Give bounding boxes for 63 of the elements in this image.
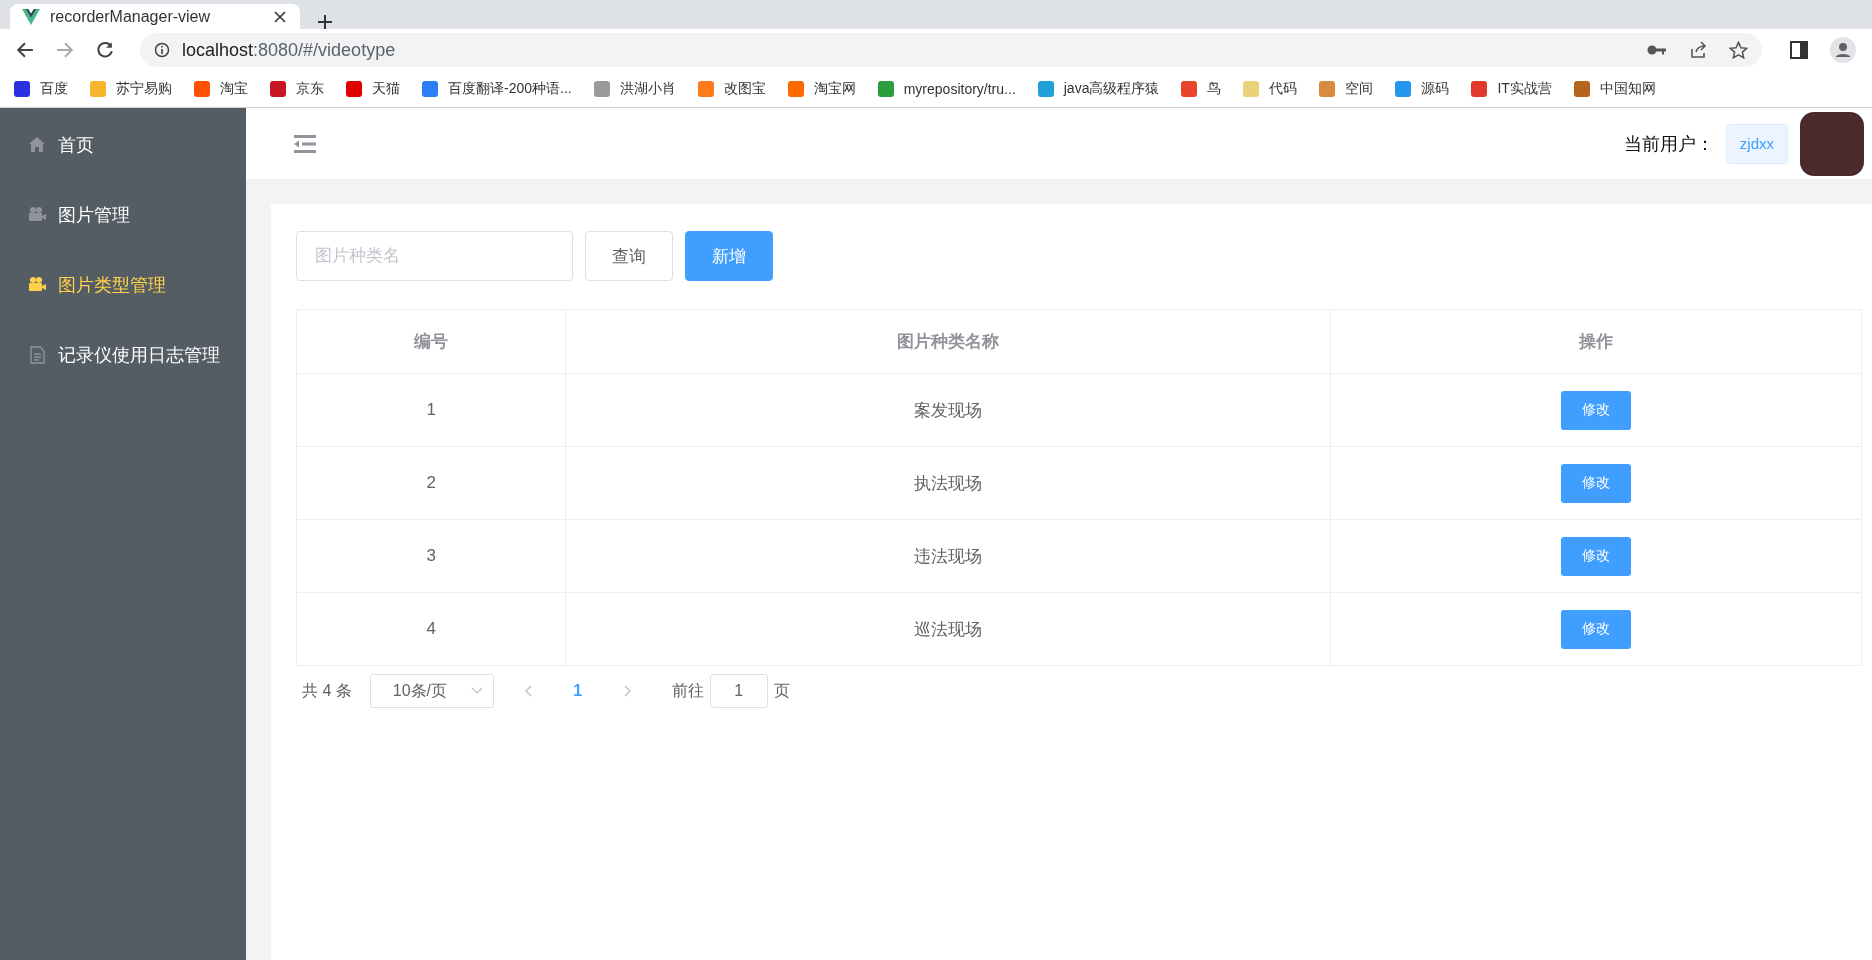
sidebar-item[interactable]: 图片类型管理	[0, 250, 246, 320]
document-icon	[28, 346, 46, 364]
bookmark-item[interactable]: 洪湖小肖	[593, 80, 676, 98]
tab-title: recorderManager-view	[50, 7, 212, 26]
url-text: localhost:8080/#/videotype	[182, 39, 397, 61]
share-icon[interactable]	[1689, 41, 1707, 59]
total-count: 共 4 条	[302, 680, 352, 701]
table-cell: 违法现场	[565, 519, 1331, 593]
close-icon[interactable]	[274, 10, 286, 23]
bookmark-item[interactable]: IT实战营	[1471, 80, 1552, 98]
bookmark-item[interactable]: 百度翻译-200种语...	[422, 80, 572, 98]
user-label: 当前用户：	[1623, 132, 1714, 156]
search-field[interactable]: 图片种类名	[296, 231, 573, 281]
goto-suffix: 页	[773, 680, 790, 701]
profile-icon[interactable]	[1830, 37, 1856, 63]
table-cell: 案发现场	[565, 373, 1331, 447]
table-cell: 执法现场	[565, 446, 1331, 520]
bookmark-item[interactable]: 源码	[1395, 80, 1450, 98]
browser-tab[interactable]: recorderManager-view	[10, 4, 300, 29]
menu-fold-icon[interactable]	[294, 134, 316, 153]
bookmark-item[interactable]: 代码	[1243, 80, 1298, 98]
vue-logo-icon	[22, 8, 40, 25]
username-tag: zjdxx	[1725, 123, 1788, 164]
column-header: 操作	[1330, 309, 1862, 374]
bookmark-item[interactable]: 京东	[270, 80, 324, 98]
bookmark-item[interactable]: 淘宝网	[787, 80, 856, 98]
home-icon	[28, 136, 46, 154]
page-jump-field[interactable]: 1	[709, 674, 768, 708]
sidebar-item[interactable]: 记录仪使用日志管理	[0, 320, 246, 390]
bookmark-item[interactable]: 百度	[14, 80, 68, 98]
sidebar-item[interactable]: 首页	[0, 110, 246, 180]
bookmark-item[interactable]: 苏宁易购	[90, 80, 172, 98]
table-cell: 3	[296, 519, 566, 593]
bookmark-item[interactable]: 鸟	[1181, 80, 1222, 98]
key-icon[interactable]	[1647, 44, 1667, 56]
goto-label: 前往	[671, 680, 704, 701]
bookmark-item[interactable]: 空间	[1319, 80, 1374, 98]
bookmark-item[interactable]: java高级程序猿	[1037, 80, 1160, 98]
table-cell: 巡法现场	[565, 592, 1331, 666]
table-cell: 1	[296, 373, 566, 447]
sidebar-item[interactable]: 图片管理	[0, 180, 246, 250]
address-bar[interactable]: localhost:8080/#/videotype	[140, 33, 1762, 67]
video-camera-icon	[28, 276, 46, 294]
bookmark-item[interactable]: myrepository/tru...	[877, 81, 1016, 97]
table-cell: 4	[296, 592, 566, 666]
info-icon	[154, 42, 170, 58]
query-button[interactable]: 查询	[585, 231, 673, 281]
bookmark-item[interactable]: 改图宝	[697, 80, 766, 98]
avatar-image[interactable]	[1800, 111, 1864, 176]
back-icon[interactable]	[16, 41, 34, 59]
page-size-select[interactable]: 10条/页	[369, 674, 494, 708]
chevron-down-icon	[470, 687, 483, 695]
video-camera-icon	[28, 206, 46, 224]
column-header: 编号	[296, 309, 566, 374]
new-tab-icon[interactable]	[318, 15, 332, 29]
reload-icon[interactable]	[96, 41, 114, 59]
bookmark-item[interactable]: 淘宝	[194, 80, 248, 98]
table-cell: 2	[296, 446, 566, 520]
bookmark-item[interactable]: 中国知网	[1573, 80, 1656, 98]
column-header: 图片种类名称	[565, 309, 1331, 374]
side-panel-icon[interactable]	[1790, 41, 1808, 59]
bookmark-item[interactable]: 天猫	[346, 80, 400, 98]
star-icon[interactable]	[1729, 40, 1748, 60]
